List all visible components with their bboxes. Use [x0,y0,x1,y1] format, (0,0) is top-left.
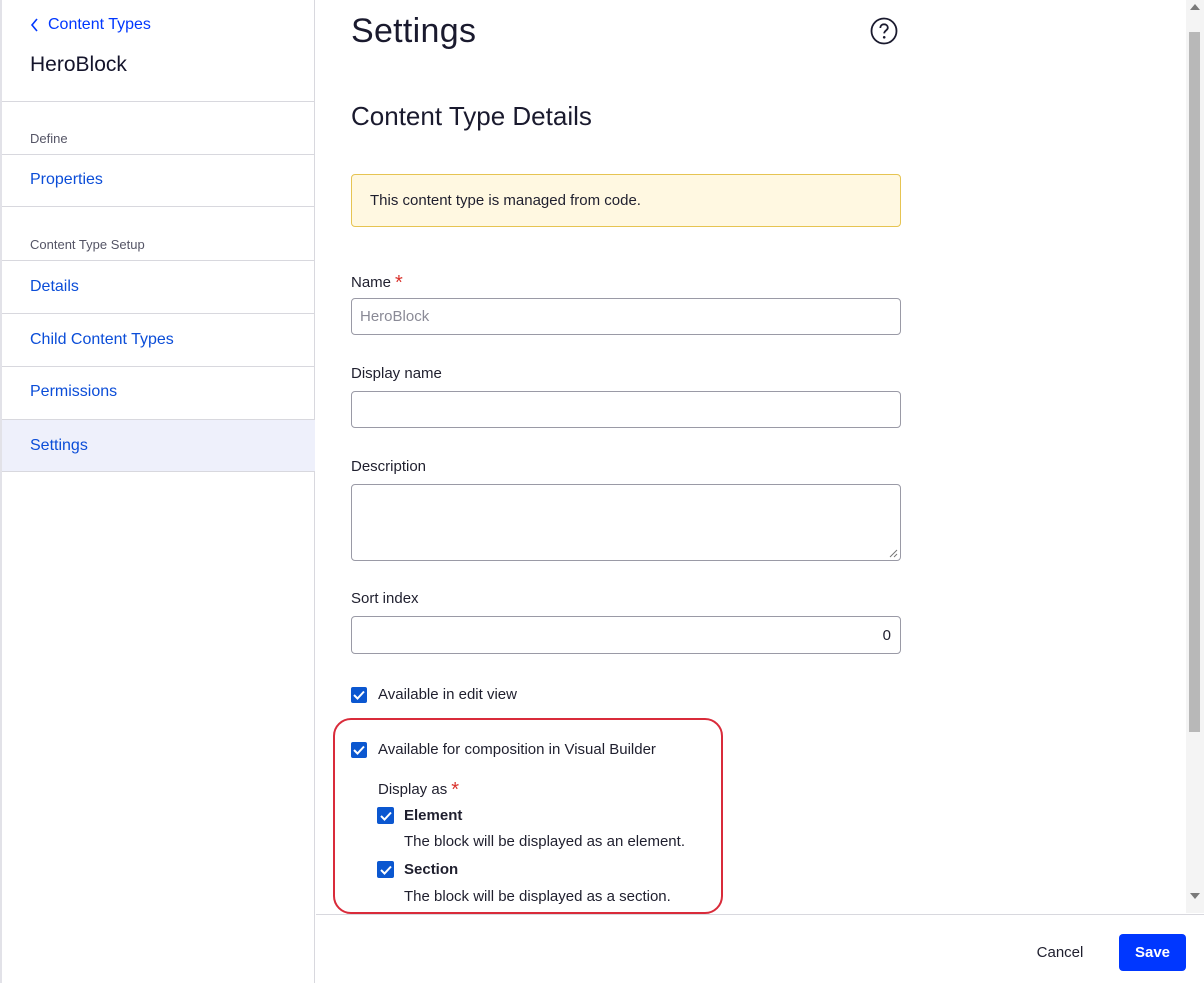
sidebar-item-settings[interactable]: Settings [2,420,315,472]
scroll-up-arrow-icon[interactable] [1190,4,1200,10]
sidebar-item-label: Permissions [30,383,118,400]
name-field[interactable]: HeroBlock [351,298,901,335]
required-asterisk: * [451,779,459,801]
section-label-content-type-setup: Content Type Setup [30,237,145,252]
section-option-description: The block will be displayed as a section… [404,888,671,905]
sidebar-item-label: Properties [30,171,103,188]
display-name-field[interactable] [351,391,901,428]
description-textarea[interactable] [351,484,901,561]
save-button[interactable]: Save [1119,934,1186,971]
sidebar-item-properties[interactable]: Properties [2,154,315,206]
chevron-left-icon [30,18,38,32]
display-name-label: Display name [351,365,442,382]
scroll-down-arrow-icon[interactable] [1190,893,1200,899]
checkmark-icon [353,690,365,700]
visual-builder-label[interactable]: Available for composition in Visual Buil… [378,741,656,758]
sidebar-item-label: Settings [30,437,88,454]
description-label: Description [351,458,427,475]
sidebar-item-child-content-types[interactable]: Child Content Types [2,314,315,366]
sidebar-item-label: Child Content Types [30,331,174,348]
visual-builder-checkbox[interactable] [351,742,367,758]
element-checkbox[interactable] [377,807,394,824]
element-option-description: The block will be displayed as an elemen… [404,833,685,850]
section-option-label[interactable]: Section [404,861,458,878]
sort-index-field[interactable]: 0 [351,616,901,654]
divider [2,206,315,207]
scrollbar-thumb[interactable] [1189,32,1200,732]
checkmark-icon [353,745,365,755]
edit-view-checkbox[interactable] [351,687,367,703]
resize-grip-icon[interactable] [889,549,898,558]
footer-divider [316,914,1204,915]
cancel-button[interactable]: Cancel [1022,934,1098,970]
name-label: Name * [351,270,403,294]
sidebar: Content Types HeroBlock Define Propertie… [0,0,315,983]
help-icon[interactable] [870,17,898,45]
back-to-content-types-link[interactable]: Content Types [30,16,151,34]
notice-text: This content type is managed from code. [370,192,641,209]
sidebar-item-details[interactable]: Details [2,261,315,313]
name-field-value: HeroBlock [360,308,430,325]
checkmark-icon [379,865,392,875]
section-title: Content Type Details [351,101,592,131]
content-type-title: HeroBlock [30,53,127,76]
required-asterisk: * [395,272,403,294]
display-as-label: Display as * [378,777,459,801]
section-checkbox[interactable] [377,861,394,878]
display-as-label-text: Display as [378,781,448,798]
main-content: Settings Content Type Details This conte… [316,0,1204,983]
divider [2,471,315,472]
checkmark-icon [379,811,392,821]
element-option-label[interactable]: Element [404,807,462,824]
sidebar-item-permissions[interactable]: Permissions [2,366,315,418]
sidebar-item-label: Details [30,278,79,295]
vertical-scrollbar[interactable] [1186,0,1204,913]
managed-from-code-notice: This content type is managed from code. [351,174,901,227]
section-label-define: Define [30,131,68,146]
name-label-text: Name [351,274,392,291]
back-link-label: Content Types [48,16,151,33]
page-title: Settings [351,12,477,50]
sort-index-label: Sort index [351,590,419,607]
divider [2,101,315,102]
edit-view-label[interactable]: Available in edit view [378,686,517,703]
sort-index-value: 0 [882,626,891,644]
